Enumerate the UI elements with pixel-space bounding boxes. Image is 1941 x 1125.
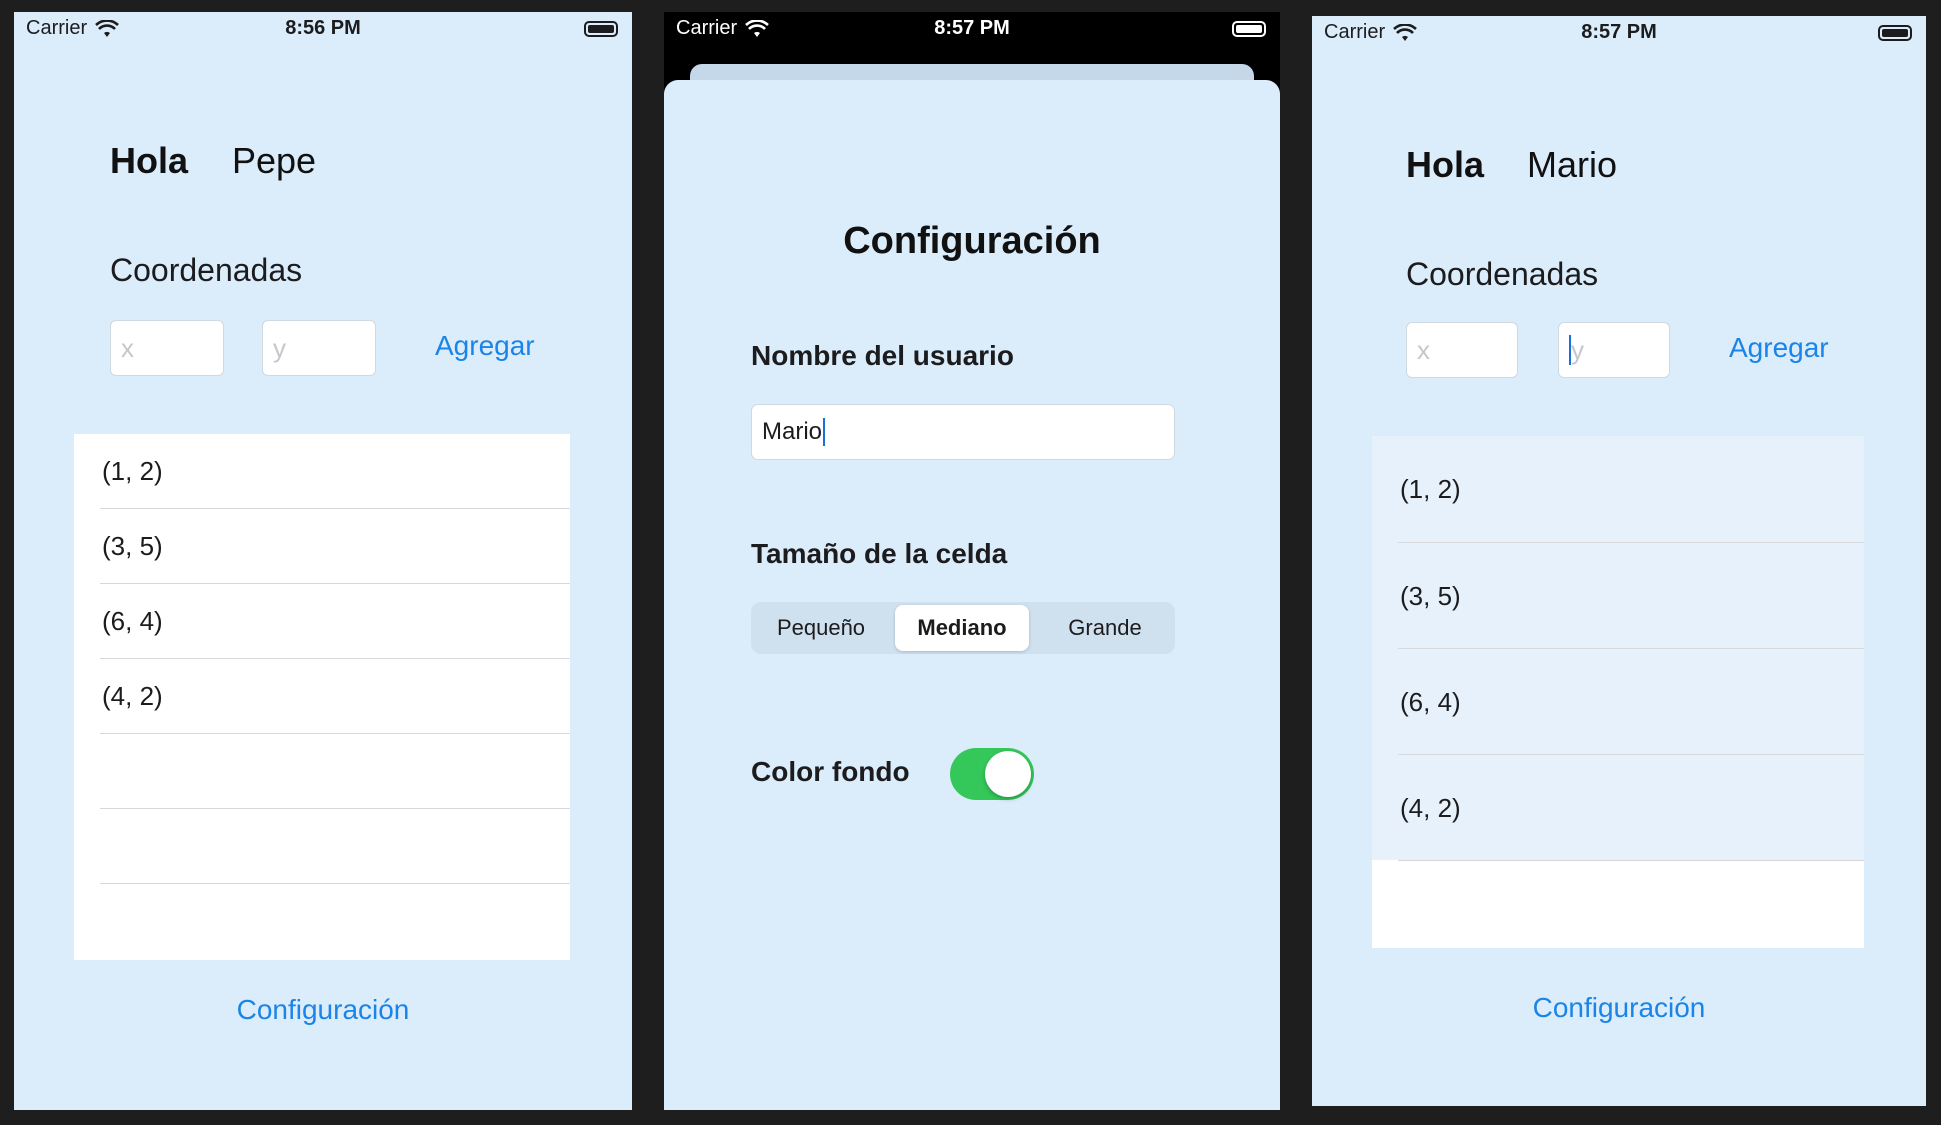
bg-color-label: Color fondo — [751, 756, 910, 787]
bg-color-toggle[interactable] — [950, 748, 1034, 800]
status-bar: Carrier 8:57 PM — [1312, 16, 1926, 60]
coords-list: (1, 2) (3, 5) (6, 4) (4, 2) — [1372, 436, 1864, 948]
username-field[interactable]: Mario — [751, 404, 1175, 460]
toggle-knob — [985, 751, 1031, 797]
x-input[interactable]: x — [110, 320, 224, 376]
row-separator — [100, 583, 570, 584]
username-label: Nombre del usuario — [751, 340, 1014, 371]
row-separator — [1398, 542, 1864, 543]
greeting-hello: Hola — [1406, 144, 1485, 185]
list-item[interactable]: (4, 2) — [1400, 755, 1461, 861]
coords-label: Coordenadas — [110, 252, 303, 288]
row-separator — [100, 658, 570, 659]
y-input[interactable]: y — [262, 320, 376, 376]
screen-main-pepe: Carrier 8:56 PM Hola Pepe Coordenadas x … — [14, 12, 632, 1110]
list-item[interactable]: (3, 5) — [1400, 543, 1461, 649]
page-title: Configuración — [843, 220, 1101, 262]
list-item[interactable]: (1, 2) — [1400, 436, 1461, 542]
list-item[interactable]: (3, 5) — [102, 509, 163, 583]
configuration-link[interactable]: Configuración — [14, 994, 632, 1026]
status-bar: Carrier 8:57 PM — [664, 12, 1280, 56]
configuration-link[interactable]: Configuración — [1312, 992, 1926, 1024]
status-time: 8:57 PM — [1581, 21, 1657, 43]
status-time: 8:57 PM — [934, 17, 1010, 39]
username-value: Mario — [762, 418, 823, 445]
row-separator — [100, 883, 570, 884]
greeting-name: Pepe — [232, 140, 317, 181]
battery-icon — [1232, 21, 1266, 37]
add-button[interactable]: Agregar — [1729, 332, 1829, 364]
settings-sheet: Configuración Nombre del usuario Mario T… — [664, 80, 1280, 1110]
screen-main-mario: Carrier 8:57 PM Hola Mario Coordenadas x… — [1312, 16, 1926, 1106]
status-time: 8:56 PM — [285, 17, 361, 39]
segment-large[interactable]: Grande — [1035, 602, 1175, 654]
y-placeholder: y — [1571, 334, 1584, 365]
row-separator — [100, 508, 570, 509]
coords-label: Coordenadas — [1406, 256, 1599, 292]
segment-medium[interactable]: Mediano — [895, 605, 1029, 651]
status-bar: Carrier 8:56 PM — [14, 12, 632, 56]
row-separator — [1398, 860, 1864, 861]
y-input[interactable]: y — [1558, 322, 1670, 378]
screen-settings-container: Carrier 8:57 PM Configuración Nombre del… — [664, 12, 1280, 1110]
list-item[interactable]: (6, 4) — [1400, 649, 1461, 755]
row-separator — [100, 733, 570, 734]
greeting-hello: Hola — [110, 140, 189, 181]
row-separator — [100, 808, 570, 809]
list-item[interactable]: (6, 4) — [102, 584, 163, 658]
add-button[interactable]: Agregar — [435, 330, 535, 362]
greeting-name: Mario — [1527, 144, 1618, 185]
row-separator — [1398, 648, 1864, 649]
coords-list: (1, 2) (3, 5) (6, 4) (4, 2) — [74, 434, 570, 960]
cell-size-label: Tamaño de la celda — [751, 538, 1008, 569]
segment-small[interactable]: Pequeño — [751, 602, 891, 654]
text-cursor — [823, 418, 826, 446]
x-input[interactable]: x — [1406, 322, 1518, 378]
list-item[interactable]: (1, 2) — [102, 434, 163, 508]
cell-size-segmented-control: Pequeño Mediano Grande — [751, 602, 1175, 654]
list-item[interactable]: (4, 2) — [102, 659, 163, 733]
battery-icon — [1878, 25, 1912, 41]
row-separator — [1398, 754, 1864, 755]
battery-icon — [584, 21, 618, 37]
